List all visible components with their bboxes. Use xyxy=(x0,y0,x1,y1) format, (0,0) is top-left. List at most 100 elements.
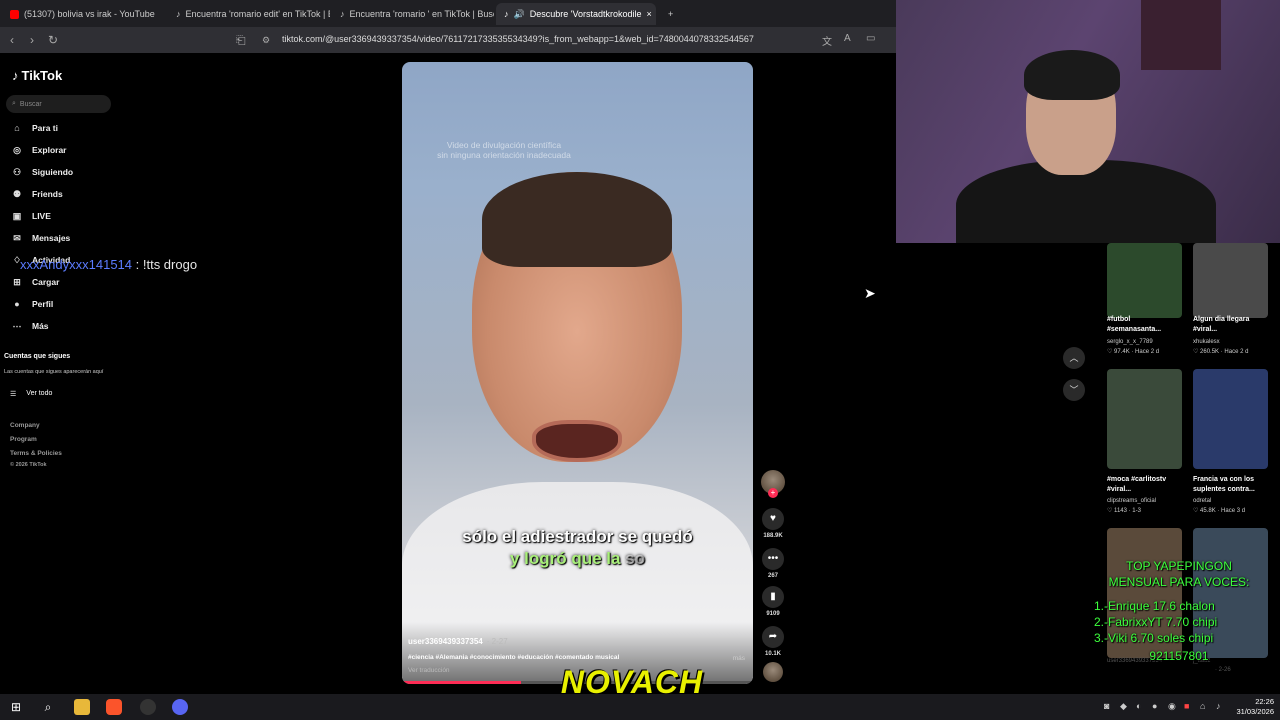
site-info-icon[interactable]: ⚙ xyxy=(262,35,270,46)
creator-avatar[interactable]: + xyxy=(760,470,786,498)
rec-thumbnail[interactable] xyxy=(1193,369,1268,469)
language-icon[interactable]: A xyxy=(844,33,851,44)
more-description-button[interactable]: más xyxy=(733,655,745,662)
nav-para-ti[interactable]: ⌂ Para ti xyxy=(12,123,58,133)
video-person-hair xyxy=(482,172,672,267)
cast-icon[interactable]: ▭ xyxy=(866,33,875,44)
rec-thumbnail[interactable] xyxy=(1107,243,1182,318)
rec-author[interactable]: odretal xyxy=(1193,498,1211,504)
nav-cargar[interactable]: ⊞ Cargar xyxy=(12,277,59,287)
url-field[interactable]: tiktok.com/@user3369439337354/video/7611… xyxy=(282,34,754,44)
tab-tiktok-search-2[interactable]: ♪ Encuentra 'romario ' en TikTok | Busc xyxy=(332,3,494,25)
rec-title[interactable]: #moca #carlitostv #viral... xyxy=(1107,475,1182,495)
obs-icon[interactable] xyxy=(140,699,156,715)
nav-mas[interactable]: ⋯ Más xyxy=(12,321,49,331)
footer-company[interactable]: Company xyxy=(10,422,40,429)
more-icon: ⋯ xyxy=(12,321,22,331)
translate-icon[interactable]: 文 xyxy=(822,33,832,48)
see-all-link[interactable]: ☰ Ver todo xyxy=(10,390,52,398)
footer-terms[interactable]: Terms & Policies xyxy=(10,450,62,457)
rec-title[interactable]: Algun dia llegara #viral... xyxy=(1193,315,1268,335)
nav-live[interactable]: ▣ LIVE xyxy=(12,211,51,221)
clock-date: 31/03/2026 xyxy=(1236,707,1274,716)
hanging-shirt xyxy=(1141,0,1221,70)
forward-icon[interactable]: › xyxy=(30,33,34,47)
tray-icon[interactable]: ● xyxy=(1152,701,1157,711)
nav-perfil[interactable]: ● Perfil xyxy=(12,299,53,309)
tray-icon[interactable]: ◆ xyxy=(1120,701,1127,712)
tab-tiktok-search-1[interactable]: ♪ Encuentra 'romario edit' en TikTok | B xyxy=(168,3,330,25)
rec-thumbnail[interactable] xyxy=(1193,243,1268,318)
save-count: 9109 xyxy=(766,611,780,617)
chevron-down-icon: ﹀ xyxy=(1069,385,1079,395)
video-player[interactable]: Video de divulgación científica sin ning… xyxy=(402,62,753,684)
share-count: 10.1K xyxy=(764,651,781,657)
logo-text: TikTok xyxy=(21,68,63,83)
tab-tiktok-video[interactable]: ♪ 🔊 Descubre 'Vorstadtkrokodile × xyxy=(496,3,656,25)
search-input[interactable]: ⌕ Buscar xyxy=(6,95,111,113)
rec-thumbnail[interactable] xyxy=(1107,369,1182,469)
record-tray-icon[interactable]: ■ xyxy=(1184,701,1189,711)
tiktok-icon: ♪ xyxy=(12,68,19,83)
tray-icon[interactable]: ◐ xyxy=(1136,701,1141,711)
rec-author[interactable]: clipstreams_oficial xyxy=(1107,498,1156,504)
volume-icon[interactable]: ♪ xyxy=(1216,701,1221,711)
nav-label: Mensajes xyxy=(32,233,71,243)
search-icon[interactable]: ⌕ xyxy=(40,699,56,715)
like-button[interactable]: ♥ 188.9K xyxy=(760,508,786,539)
brave-browser-icon[interactable] xyxy=(106,699,122,715)
tab-label: Encuentra 'romario ' en TikTok | Busc xyxy=(349,9,495,19)
nav-label: Cargar xyxy=(32,277,60,287)
network-icon[interactable]: ⌂ xyxy=(1200,701,1205,711)
tiktok-icon: ♪ xyxy=(176,9,181,19)
previous-video-button[interactable]: ︿ xyxy=(1063,347,1085,369)
friends-icon: ⚉ xyxy=(12,189,22,199)
see-translation-link[interactable]: Ver traducción xyxy=(408,667,450,674)
discord-icon[interactable] xyxy=(172,699,188,715)
windows-start-icon[interactable]: ⊞ xyxy=(8,699,24,715)
back-icon[interactable]: ‹ xyxy=(10,33,14,47)
tiktok-logo[interactable]: ♪ TikTok xyxy=(12,68,62,83)
nav-mensajes[interactable]: ✉ Mensajes xyxy=(12,233,70,243)
comment-button[interactable]: ••• 267 xyxy=(760,548,786,579)
nav-friends[interactable]: ⚉ Friends xyxy=(12,189,63,199)
share-button[interactable]: ➦ 10.1K xyxy=(760,626,786,657)
overlay-title: MENSUAL PARA VOCES: xyxy=(1108,575,1250,589)
follow-plus-icon[interactable]: + xyxy=(768,488,778,498)
next-video-button[interactable]: ﹀ xyxy=(1063,379,1085,401)
audio-icon: 🔊 xyxy=(513,8,525,19)
sound-avatar[interactable] xyxy=(760,662,786,682)
video-hashtags[interactable]: #ciencia #Alemania #conocimiento #educac… xyxy=(408,654,708,661)
watermark-line: Video de divulgación científica xyxy=(446,140,562,150)
watermark-line: sin ninguna orientación inadecuada xyxy=(437,150,571,160)
tab-youtube[interactable]: (51307) bolivia vs irak - YouTube xyxy=(2,3,167,25)
file-explorer-icon[interactable] xyxy=(74,699,90,715)
bookmark-icon[interactable]: ⎗ xyxy=(236,33,246,48)
tab-label: (51307) bolivia vs irak - YouTube xyxy=(24,9,155,19)
nav-siguiendo[interactable]: ⚇ Siguiendo xyxy=(12,167,73,177)
youtube-icon xyxy=(10,9,19,19)
reload-icon[interactable]: ↻ xyxy=(48,33,58,47)
rec-title[interactable]: Francia va con los suplentes contra... xyxy=(1193,475,1268,495)
live-icon: ▣ xyxy=(12,211,22,221)
author-name: user3369439337354 xyxy=(408,637,483,646)
overlay-title: TOP YAPEPINGON xyxy=(1126,559,1232,573)
video-person-mouth xyxy=(532,420,622,462)
close-tab-icon[interactable]: × xyxy=(647,9,652,19)
new-tab-button[interactable]: + xyxy=(660,3,681,25)
rec-author[interactable]: xhukalesx xyxy=(1193,339,1220,345)
nav-label: Friends xyxy=(32,189,63,199)
subtitle-line: y logró que la xyxy=(509,549,621,568)
video-author[interactable]: user3369439337354 · 2-27 xyxy=(408,637,508,646)
save-button[interactable]: ▮ 9109 xyxy=(760,586,786,617)
nav-label: LIVE xyxy=(32,211,51,221)
messages-icon: ✉ xyxy=(13,233,21,243)
nav-explorar[interactable]: ◎ Explorar xyxy=(12,145,66,155)
rec-title[interactable]: #futbol #semanasanta... xyxy=(1107,315,1182,335)
steam-tray-icon[interactable]: ◉ xyxy=(1168,701,1176,712)
discord-tray-icon[interactable]: ◙ xyxy=(1104,701,1109,711)
footer-program[interactable]: Program xyxy=(10,436,37,443)
search-placeholder: Buscar xyxy=(19,100,42,108)
system-clock[interactable]: 22:26 31/03/2026 xyxy=(1236,697,1274,717)
rec-author[interactable]: serglo_x_x_7789 xyxy=(1107,339,1153,345)
